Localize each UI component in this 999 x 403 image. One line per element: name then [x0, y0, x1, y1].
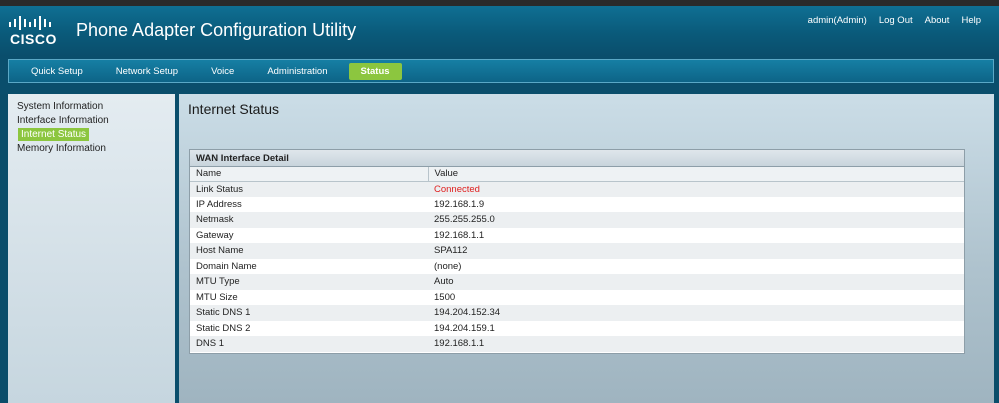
row-name: MTU Size: [190, 289, 428, 305]
row-value: Connected: [428, 181, 964, 197]
row-value: Auto: [428, 274, 964, 290]
row-value: 192.168.1.1: [428, 227, 964, 243]
table-row: Host Name SPA112: [190, 243, 964, 259]
table-row: Link Status Connected: [190, 181, 964, 197]
row-name: DNS 1: [190, 336, 428, 352]
row-name: Domain Name: [190, 258, 428, 274]
about-link[interactable]: About: [925, 15, 950, 26]
tab-voice[interactable]: Voice: [211, 66, 234, 77]
table-row: Gateway 192.168.1.1: [190, 227, 964, 243]
row-name: Netmask: [190, 212, 428, 228]
tab-quick-setup[interactable]: Quick Setup: [31, 66, 83, 77]
cisco-logo: CISCO: [8, 16, 58, 50]
sidebar-item-system-information[interactable]: System Information: [17, 100, 175, 114]
page-title: Internet Status: [188, 101, 280, 117]
sidebar: System Information Interface Information…: [8, 94, 175, 403]
table-row: MTU Size 1500: [190, 289, 964, 305]
help-link[interactable]: Help: [961, 15, 981, 26]
column-header-value: Value: [427, 167, 964, 182]
sidebar-item-internet-status[interactable]: Internet Status: [17, 128, 175, 142]
app-header: CISCO Phone Adapter Configuration Utilit…: [0, 6, 999, 56]
sidebar-item-label: System Information: [17, 101, 104, 112]
row-value: 255.255.255.0: [428, 212, 964, 228]
tab-administration[interactable]: Administration: [267, 66, 327, 77]
sidebar-item-label: Memory Information: [17, 143, 106, 154]
main-content: Internet Status WAN Interface Detail Nam…: [179, 94, 994, 403]
table-row: IP Address 192.168.1.9: [190, 196, 964, 212]
row-name: Static DNS 1: [190, 305, 428, 321]
table-row: Static DNS 1 194.204.152.34: [190, 305, 964, 321]
sidebar-item-interface-information[interactable]: Interface Information: [17, 114, 175, 128]
nav-bar-area: Quick Setup Network Setup Voice Administ…: [0, 56, 999, 94]
sidebar-item-label: Internet Status: [18, 128, 90, 141]
sidebar-item-label: Interface Information: [17, 115, 109, 126]
table-row: Domain Name (none): [190, 258, 964, 274]
main-nav: Quick Setup Network Setup Voice Administ…: [8, 59, 994, 83]
table-row: MTU Type Auto: [190, 274, 964, 290]
row-value: 194.204.152.34: [428, 305, 964, 321]
logout-link[interactable]: Log Out: [879, 15, 913, 26]
wan-interface-panel: WAN Interface Detail Name Value Link Sta…: [189, 149, 965, 354]
row-value: (none): [428, 258, 964, 274]
row-name: Gateway: [190, 227, 428, 243]
row-value: 192.168.1.9: [428, 196, 964, 212]
cisco-logo-text: CISCO: [10, 31, 57, 47]
row-name: MTU Type: [190, 274, 428, 290]
column-header-name: Name: [190, 167, 428, 182]
table-body: Link Status Connected IP Address 192.168.1.…: [190, 181, 964, 352]
panel-title: WAN Interface Detail: [190, 150, 964, 167]
sidebar-item-memory-information[interactable]: Memory Information: [17, 142, 175, 156]
row-value: 192.168.1.1: [428, 336, 964, 352]
row-name: IP Address: [190, 196, 428, 212]
tab-status[interactable]: Status: [348, 62, 402, 80]
tab-network-setup[interactable]: Network Setup: [116, 66, 178, 77]
user-link[interactable]: admin(Admin): [808, 15, 867, 26]
row-value: 1500: [428, 289, 964, 305]
table-row: Static DNS 2 194.204.159.1: [190, 320, 964, 336]
row-name: Host Name: [190, 243, 428, 259]
table-row: DNS 1 192.168.1.1: [190, 336, 964, 352]
row-value: 194.204.159.1: [428, 320, 964, 336]
wan-detail-table: Name Value Link Status Connected IP Addres…: [190, 167, 964, 352]
table-row: Netmask 255.255.255.0: [190, 212, 964, 228]
top-links: admin(Admin) Log Out About Help: [808, 15, 981, 26]
row-name: Static DNS 2: [190, 320, 428, 336]
row-value: SPA112: [428, 243, 964, 259]
cisco-bars-icon: [9, 16, 51, 30]
app-title: Phone Adapter Configuration Utility: [76, 20, 357, 40]
row-name: Link Status: [190, 181, 428, 197]
